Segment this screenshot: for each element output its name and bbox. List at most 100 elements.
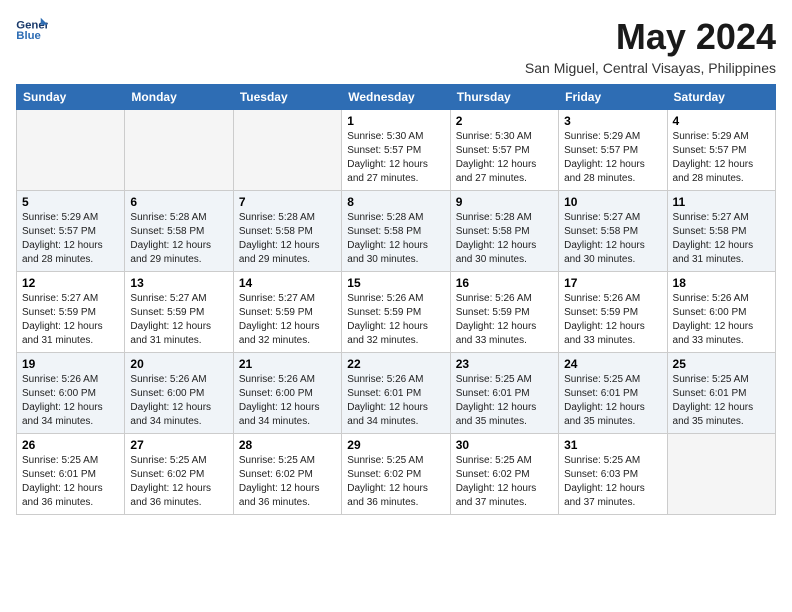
day-number: 4 [673, 114, 770, 128]
day-info: Sunrise: 5:26 AMSunset: 5:59 PMDaylight:… [564, 292, 661, 348]
calendar-cell: 6 Sunrise: 5:28 AMSunset: 5:58 PMDaylight… [125, 191, 233, 272]
calendar-cell: 15 Sunrise: 5:26 AMSunset: 5:59 PMDayligh… [342, 272, 450, 353]
calendar-week-row: 19Sunrise: 5:26 AMSunset: 6:00 PMDayligh… [17, 353, 776, 434]
day-number: 25 [673, 357, 770, 371]
day-info: Sunrise: 5:26 AMSunset: 6:00 PMDaylight:… [22, 373, 119, 429]
day-number: 28 [239, 438, 336, 452]
calendar-cell: 25 Sunrise: 5:25 AMSunset: 6:01 PMDayligh… [667, 353, 775, 434]
day-info: Sunrise: 5:25 AMSunset: 6:02 PMDaylight:… [130, 454, 227, 510]
day-info: Sunrise: 5:26 AMSunset: 5:59 PMDaylight:… [456, 292, 553, 348]
day-info: Sunrise: 5:27 AMSunset: 5:59 PMDaylight:… [239, 292, 336, 348]
calendar-cell: 27 Sunrise: 5:25 AMSunset: 6:02 PMDayligh… [125, 434, 233, 515]
day-number: 12 [22, 276, 119, 290]
calendar-cell: 29 Sunrise: 5:25 AMSunset: 6:02 PMDayligh… [342, 434, 450, 515]
logo: General Blue [16, 16, 48, 44]
day-info: Sunrise: 5:25 AMSunset: 6:01 PMDaylight:… [564, 373, 661, 429]
calendar-cell: 14 Sunrise: 5:27 AMSunset: 5:59 PMDayligh… [233, 272, 341, 353]
day-number: 8 [347, 195, 444, 209]
weekday-header-wednesday: Wednesday [342, 85, 450, 110]
calendar-week-row: 12 Sunrise: 5:27 AMSunset: 5:59 PMDayligh… [17, 272, 776, 353]
calendar-cell: 22 Sunrise: 5:26 AMSunset: 6:01 PMDayligh… [342, 353, 450, 434]
weekday-header-friday: Friday [559, 85, 667, 110]
weekday-header-row: SundayMondayTuesdayWednesdayThursdayFrid… [17, 85, 776, 110]
calendar-week-row: 1 Sunrise: 5:30 AMSunset: 5:57 PMDaylight… [17, 110, 776, 191]
day-info: Sunrise: 5:26 AMSunset: 5:59 PMDaylight:… [347, 292, 444, 348]
day-info: Sunrise: 5:26 AMSunset: 6:01 PMDaylight:… [347, 373, 444, 429]
day-number: 1 [347, 114, 444, 128]
day-info: Sunrise: 5:28 AMSunset: 5:58 PMDaylight:… [347, 211, 444, 267]
day-number: 6 [130, 195, 227, 209]
day-info: Sunrise: 5:25 AMSunset: 6:02 PMDaylight:… [456, 454, 553, 510]
weekday-header-sunday: Sunday [17, 85, 125, 110]
day-number: 26 [22, 438, 119, 452]
day-info: Sunrise: 5:26 AMSunset: 6:00 PMDaylight:… [673, 292, 770, 348]
calendar-cell: 30 Sunrise: 5:25 AMSunset: 6:02 PMDayligh… [450, 434, 558, 515]
calendar-cell: 2Sunrise: 5:30 AMSunset: 5:57 PMDaylight… [450, 110, 558, 191]
calendar-cell: 20 Sunrise: 5:26 AMSunset: 6:00 PMDayligh… [125, 353, 233, 434]
calendar-cell: 5Sunrise: 5:29 AMSunset: 5:57 PMDaylight… [17, 191, 125, 272]
calendar-cell: 17 Sunrise: 5:26 AMSunset: 5:59 PMDayligh… [559, 272, 667, 353]
day-number: 27 [130, 438, 227, 452]
day-info: Sunrise: 5:27 AMSunset: 5:58 PMDaylight:… [564, 211, 661, 267]
day-info: Sunrise: 5:25 AMSunset: 6:01 PMDaylight:… [673, 373, 770, 429]
day-number: 5 [22, 195, 119, 209]
calendar-cell: 16Sunrise: 5:26 AMSunset: 5:59 PMDayligh… [450, 272, 558, 353]
day-number: 7 [239, 195, 336, 209]
logo-icon: General Blue [16, 16, 48, 44]
calendar-cell: 23 Sunrise: 5:25 AMSunset: 6:01 PMDayligh… [450, 353, 558, 434]
weekday-header-monday: Monday [125, 85, 233, 110]
calendar-cell: 19Sunrise: 5:26 AMSunset: 6:00 PMDayligh… [17, 353, 125, 434]
day-number: 10 [564, 195, 661, 209]
day-number: 13 [130, 276, 227, 290]
day-number: 29 [347, 438, 444, 452]
calendar-cell [233, 110, 341, 191]
day-number: 15 [347, 276, 444, 290]
day-info: Sunrise: 5:25 AMSunset: 6:02 PMDaylight:… [239, 454, 336, 510]
calendar-cell: 21 Sunrise: 5:26 AMSunset: 6:00 PMDayligh… [233, 353, 341, 434]
title-area: May 2024 San Miguel, Central Visayas, Ph… [525, 16, 776, 76]
calendar-week-row: 5Sunrise: 5:29 AMSunset: 5:57 PMDaylight… [17, 191, 776, 272]
day-info: Sunrise: 5:28 AMSunset: 5:58 PMDaylight:… [456, 211, 553, 267]
day-info: Sunrise: 5:25 AMSunset: 6:02 PMDaylight:… [347, 454, 444, 510]
calendar-cell: 3 Sunrise: 5:29 AMSunset: 5:57 PMDaylight… [559, 110, 667, 191]
day-number: 21 [239, 357, 336, 371]
day-info: Sunrise: 5:26 AMSunset: 6:00 PMDaylight:… [239, 373, 336, 429]
day-number: 18 [673, 276, 770, 290]
day-number: 31 [564, 438, 661, 452]
month-title: May 2024 [525, 16, 776, 58]
calendar-cell: 12 Sunrise: 5:27 AMSunset: 5:59 PMDayligh… [17, 272, 125, 353]
day-info: Sunrise: 5:25 AMSunset: 6:01 PMDaylight:… [456, 373, 553, 429]
day-info: Sunrise: 5:28 AMSunset: 5:58 PMDaylight:… [239, 211, 336, 267]
svg-text:Blue: Blue [16, 30, 41, 42]
calendar-cell: 26 Sunrise: 5:25 AMSunset: 6:01 PMDayligh… [17, 434, 125, 515]
day-number: 11 [673, 195, 770, 209]
day-number: 3 [564, 114, 661, 128]
day-number: 23 [456, 357, 553, 371]
day-number: 9 [456, 195, 553, 209]
calendar-cell: 24Sunrise: 5:25 AMSunset: 6:01 PMDayligh… [559, 353, 667, 434]
day-number: 2 [456, 114, 553, 128]
calendar-cell: 1 Sunrise: 5:30 AMSunset: 5:57 PMDaylight… [342, 110, 450, 191]
day-info: Sunrise: 5:26 AMSunset: 6:00 PMDaylight:… [130, 373, 227, 429]
day-info: Sunrise: 5:29 AMSunset: 5:57 PMDaylight:… [564, 130, 661, 186]
calendar-cell: 13 Sunrise: 5:27 AMSunset: 5:59 PMDayligh… [125, 272, 233, 353]
day-number: 17 [564, 276, 661, 290]
day-info: Sunrise: 5:27 AMSunset: 5:59 PMDaylight:… [22, 292, 119, 348]
day-info: Sunrise: 5:25 AMSunset: 6:01 PMDaylight:… [22, 454, 119, 510]
calendar-cell [125, 110, 233, 191]
calendar-cell [667, 434, 775, 515]
calendar-cell: 7 Sunrise: 5:28 AMSunset: 5:58 PMDaylight… [233, 191, 341, 272]
day-info: Sunrise: 5:30 AMSunset: 5:57 PMDaylight:… [347, 130, 444, 186]
day-info: Sunrise: 5:28 AMSunset: 5:58 PMDaylight:… [130, 211, 227, 267]
calendar-cell: 11Sunrise: 5:27 AMSunset: 5:58 PMDayligh… [667, 191, 775, 272]
calendar-cell: 4Sunrise: 5:29 AMSunset: 5:57 PMDaylight… [667, 110, 775, 191]
day-number: 14 [239, 276, 336, 290]
day-number: 20 [130, 357, 227, 371]
calendar-table: SundayMondayTuesdayWednesdayThursdayFrid… [16, 84, 776, 515]
day-number: 22 [347, 357, 444, 371]
day-info: Sunrise: 5:27 AMSunset: 5:59 PMDaylight:… [130, 292, 227, 348]
day-number: 30 [456, 438, 553, 452]
weekday-header-tuesday: Tuesday [233, 85, 341, 110]
location-subtitle: San Miguel, Central Visayas, Philippines [525, 60, 776, 76]
calendar-cell: 18 Sunrise: 5:26 AMSunset: 6:00 PMDayligh… [667, 272, 775, 353]
